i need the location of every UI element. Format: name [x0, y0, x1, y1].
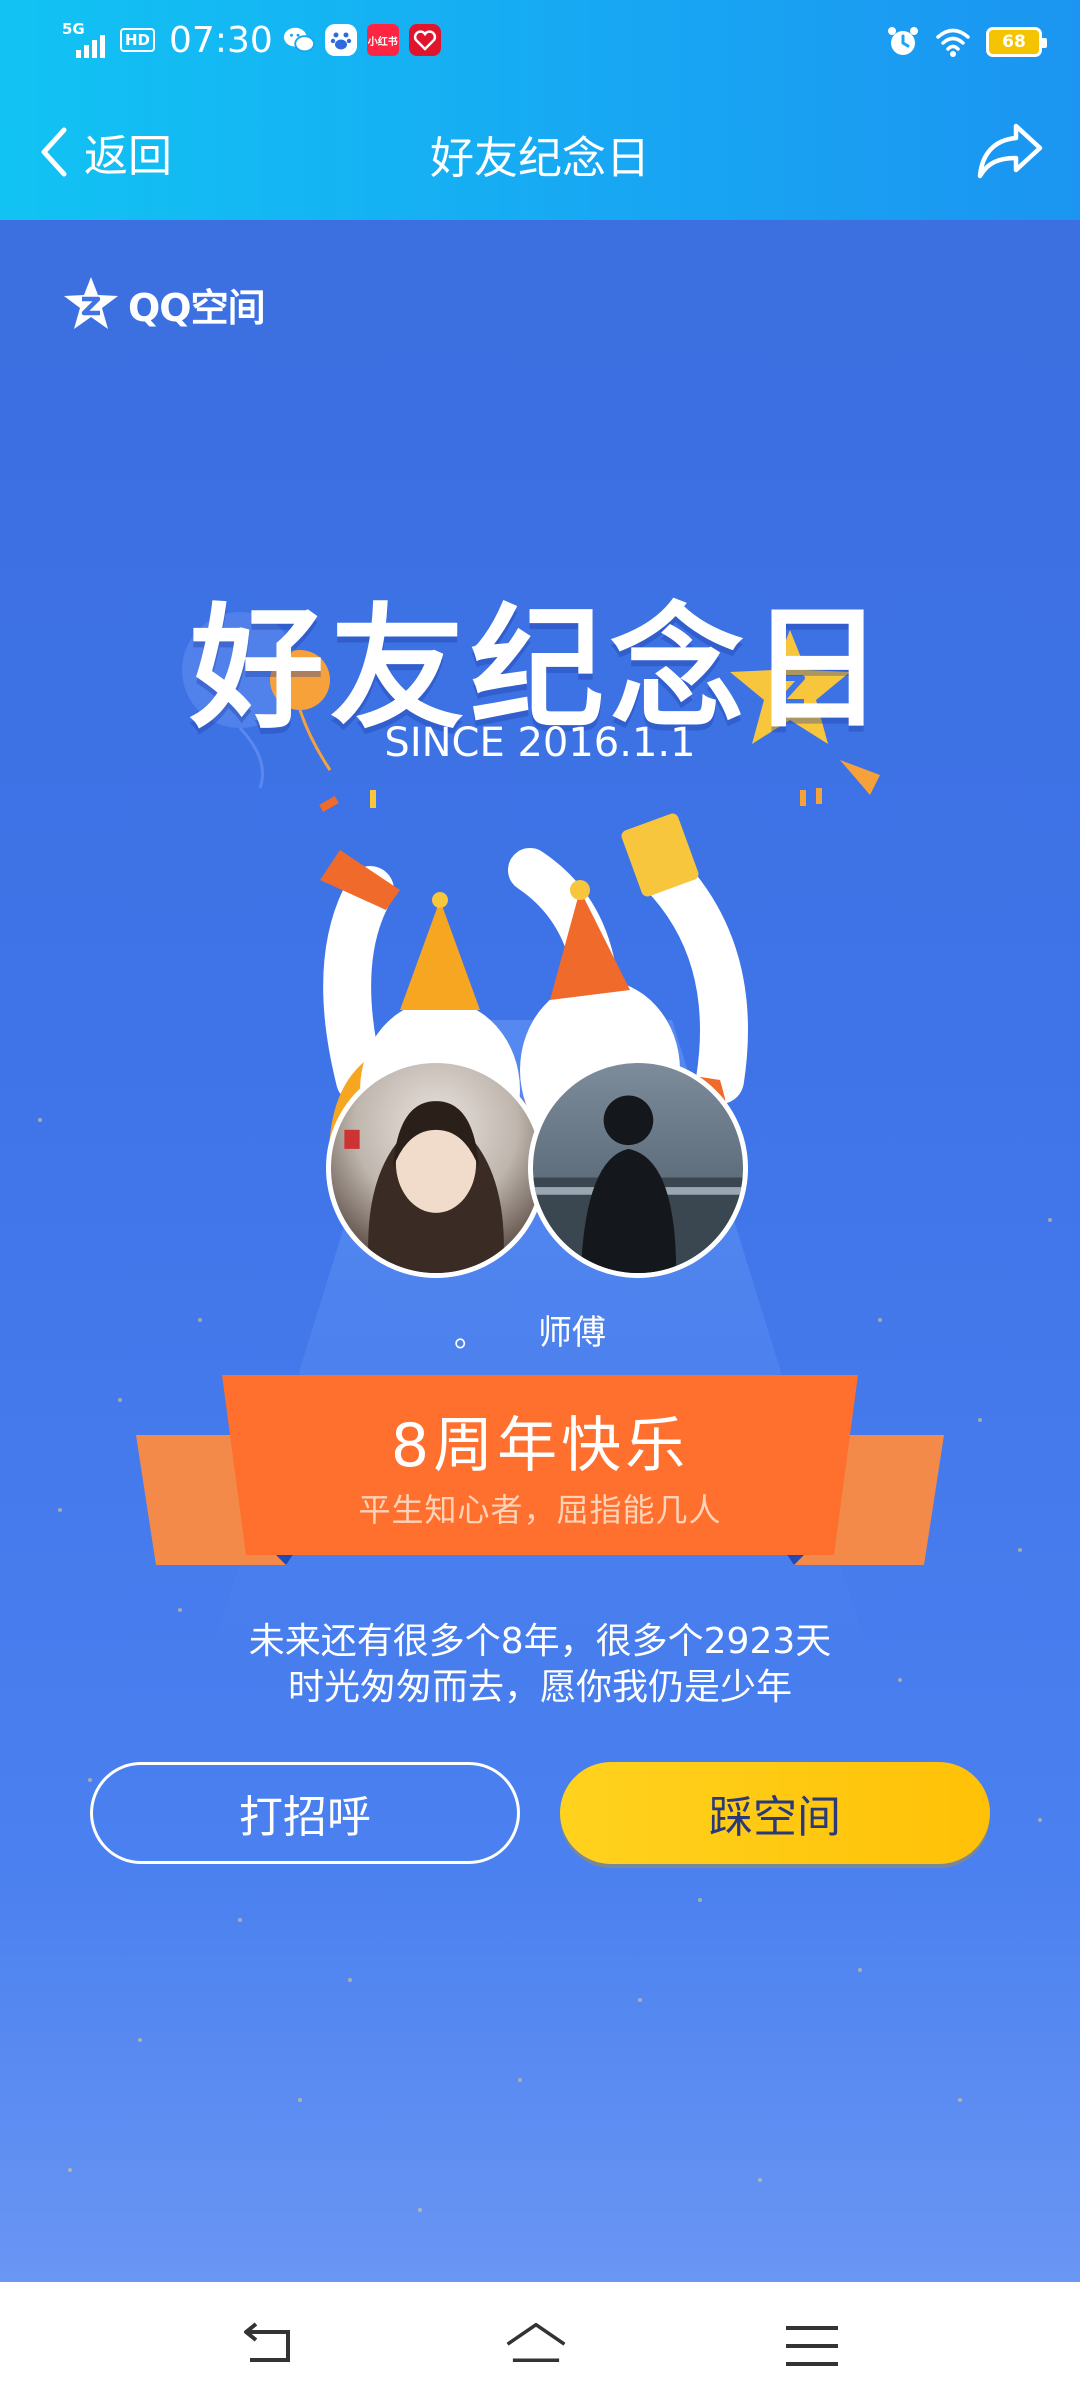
wechat-icon — [283, 24, 315, 56]
xiaohongshu-icon: 小红书 — [366, 24, 399, 56]
anniversary-ribbon: 8周年快乐 平生知心者，屈指能几人 — [136, 1375, 944, 1565]
wish-line-2: 时光匆匆而去，愿你我仍是少年 — [287, 1667, 792, 1708]
top-bar: 5G HD 07:30 小红书 68 返回 好友纪念日 — [0, 0, 1080, 220]
anniversary-subtitle: 平生知心者，屈指能几人 — [358, 1491, 722, 1529]
avatar-girl-photo — [344, 1101, 504, 1273]
hd-badge: HD — [120, 28, 156, 52]
since-date: SINCE 2016.1.1 — [384, 720, 696, 766]
visit-space-button[interactable]: 踩空间 — [560, 1762, 990, 1864]
anniversary-card: QQ空间 好友纪念日 SINCE 2016.1.1 。 师傅 8周年快乐 平生知… — [0, 220, 1080, 2282]
status-time: 07:30 — [169, 19, 273, 61]
battery-icon: 68 — [986, 27, 1047, 57]
back-nav-icon[interactable] — [236, 2318, 300, 2374]
friend-avatar-right[interactable] — [528, 1058, 748, 1278]
page-title: 好友纪念日 — [430, 133, 650, 184]
wish-line-1: 未来还有很多个8年，很多个2923天 — [248, 1621, 832, 1662]
red-app-icon — [408, 24, 441, 56]
nav-bar: 返回 好友纪念日 — [0, 100, 1080, 204]
qzone-star-icon — [64, 277, 118, 329]
status-bar: 5G HD 07:30 小红书 68 — [0, 0, 1080, 80]
qzone-logo-text: QQ空间 — [128, 285, 266, 330]
greet-button[interactable]: 打招呼 — [90, 1762, 520, 1864]
anniversary-title: 8周年快乐 — [390, 1411, 690, 1481]
status-right: 68 — [886, 20, 1047, 64]
share-icon[interactable] — [976, 120, 1046, 182]
status-left: 5G HD 07:30 小红书 — [62, 18, 441, 62]
home-nav-icon[interactable] — [504, 2318, 568, 2374]
signal-icon: 5G — [62, 20, 110, 60]
system-nav-bar — [0, 2282, 1080, 2408]
friend-name-left: 。 — [453, 1316, 486, 1354]
friend-avatar-left[interactable] — [326, 1058, 546, 1278]
qzone-logo: QQ空间 — [62, 274, 266, 334]
baidu-icon — [324, 24, 357, 56]
avatar-silhouette-photo — [533, 1095, 743, 1273]
wifi-icon — [936, 28, 970, 57]
alarm-icon — [888, 27, 918, 55]
menu-nav-icon[interactable] — [780, 2318, 844, 2374]
friend-name-right: 师傅 — [538, 1313, 606, 1353]
